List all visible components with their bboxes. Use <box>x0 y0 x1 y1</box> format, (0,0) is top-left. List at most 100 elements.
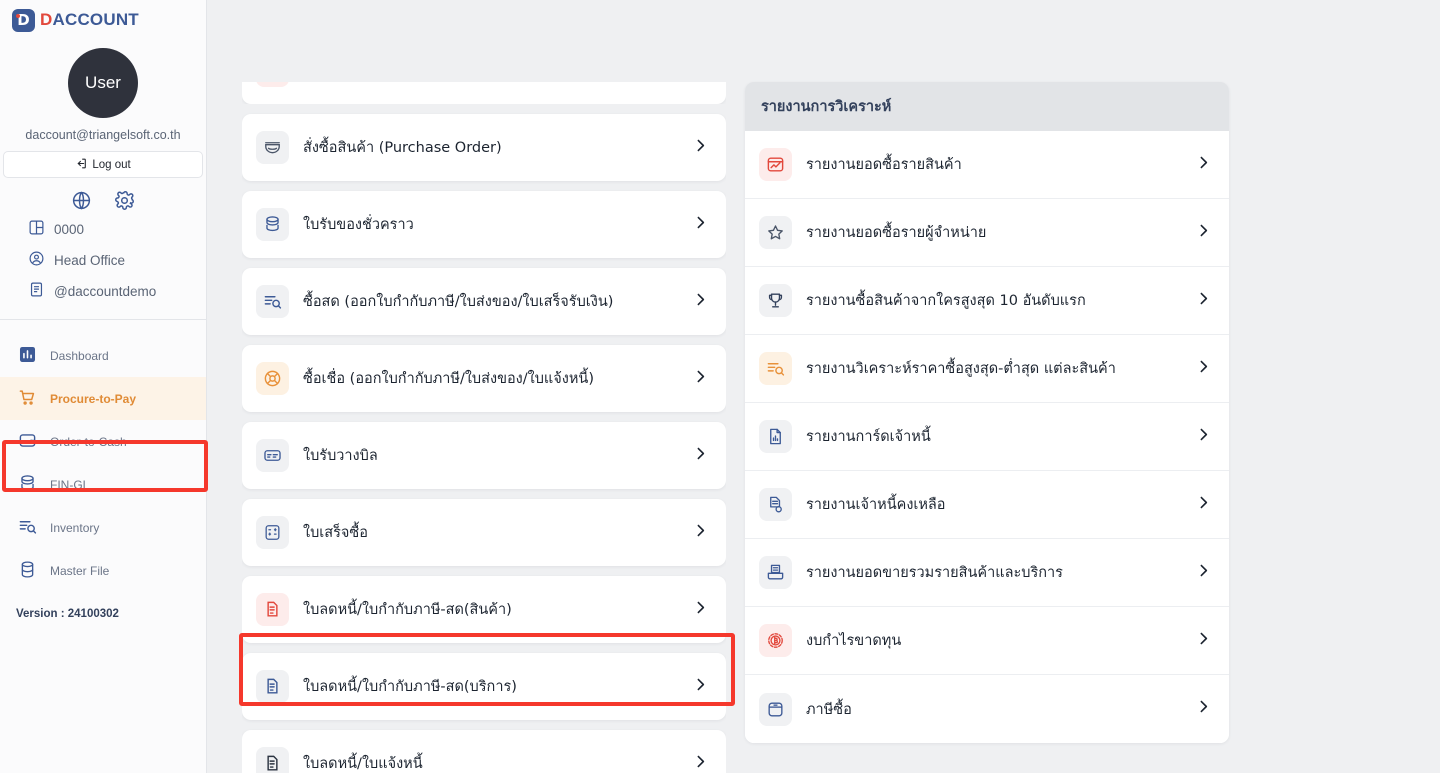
logout-button[interactable]: Log out <box>3 151 203 178</box>
doc-row-credit-purchase[interactable]: ซื้อเชื่อ (ออกใบกำกับภาษี/ใบส่งของ/ใบแจ้… <box>242 345 726 412</box>
baht-coin-icon <box>759 624 792 657</box>
analytics-column: รายงานการวิเคราะห์ รายงานยอดซื้อรายสินค้… <box>745 82 1229 773</box>
report-row-ap-card[interactable]: รายงานการ์ดเจ้าหนี้ <box>745 403 1229 471</box>
logout-icon <box>75 157 88 173</box>
document-minus-icon <box>256 593 289 626</box>
sidebar-item-procure-to-pay[interactable]: Procure-to-Pay <box>0 377 206 420</box>
meta-item-company-code[interactable]: 0000 <box>28 219 206 239</box>
analytics-list: รายงานยอดซื้อรายสินค้า รายงานยอดซื้อรายผ… <box>745 131 1229 743</box>
chevron-right-icon <box>1195 426 1212 448</box>
doc-row-temporary-receipt[interactable]: ใบรับของชั่วคราว <box>242 191 726 258</box>
sidebar-nav: Dashboard Procure-to-Pay Order-to-Cash F… <box>0 320 206 592</box>
inbox-doc-icon <box>759 556 792 589</box>
documents-scroll[interactable]: สั่งซื้อสินค้า (Purchase Order) ใบรับของ… <box>242 82 726 773</box>
doc-row-purchase-receipt[interactable]: ใบเสร็จซื้อ <box>242 499 726 566</box>
sidebar-item-inventory[interactable]: Inventory <box>0 506 206 549</box>
row-label: ใบเสร็จซื้อ <box>303 525 368 541</box>
report-row-price-analysis[interactable]: รายงานวิเคราะห์ราคาซื้อสูงสุด-ต่ำสุด แต่… <box>745 335 1229 403</box>
archive-box-icon <box>759 692 792 726</box>
sidebar-item-label: FIN-GL <box>50 477 90 492</box>
chevron-right-icon <box>1195 154 1212 176</box>
brand-logo[interactable]: D DACCOUNT <box>0 0 206 40</box>
report-chart-icon <box>759 148 792 181</box>
row-label: รายงานซื้อสินค้าจากใครสูงสุด 10 อันดับแร… <box>806 293 1086 309</box>
meta-item-account[interactable]: @daccountdemo <box>28 281 206 301</box>
analytics-panel-title: รายงานการวิเคราะห์ <box>745 82 1229 131</box>
layout-icon <box>28 219 45 239</box>
chevron-right-icon <box>1195 494 1212 516</box>
row-label: รายงานวิเคราะห์ราคาซื้อสูงสุด-ต่ำสุด แต่… <box>806 361 1116 377</box>
chevron-right-icon <box>692 753 709 773</box>
report-row-ap-outstanding[interactable]: รายงานเจ้าหนี้คงเหลือ <box>745 471 1229 539</box>
sidebar-meta-list: 0000 Head Office @daccountdemo <box>0 219 206 311</box>
chevron-right-icon <box>1195 630 1212 652</box>
report-row-profit-loss[interactable]: งบกำไรขาดทุน <box>745 607 1229 675</box>
stack-coins-icon <box>256 208 289 241</box>
sidebar-item-master-file[interactable]: Master File <box>0 549 206 592</box>
globe-icon[interactable] <box>71 190 92 211</box>
document-icon <box>28 281 45 301</box>
trophy-icon <box>759 284 792 317</box>
bill-icon <box>256 439 289 472</box>
meta-label: @daccountdemo <box>54 283 157 299</box>
brand-wordmark: DACCOUNT <box>40 10 139 29</box>
wallet-icon <box>18 431 37 453</box>
doc-row-credit-note-cash-service[interactable]: ใบลดหนี้/ใบกำกับภาษี-สด(บริการ) <box>242 653 726 720</box>
main-content: สั่งซื้อสินค้า (Purchase Order) ใบรับของ… <box>207 0 1440 773</box>
row-label: ใบลดหนี้/ใบกำกับภาษี-สด(บริการ) <box>303 679 517 695</box>
chevron-right-icon <box>692 445 709 467</box>
avatar[interactable]: User <box>68 48 138 118</box>
documents-list: สั่งซื้อสินค้า (Purchase Order) ใบรับของ… <box>242 82 726 773</box>
report-row-purchase-by-product[interactable]: รายงานยอดซื้อรายสินค้า <box>745 131 1229 199</box>
sidebar-item-label: Master File <box>50 563 110 578</box>
chart-bar-icon <box>18 345 37 367</box>
sidebar-item-dashboard[interactable]: Dashboard <box>0 334 206 377</box>
row-label: ซื้อเชื่อ (ออกใบกำกับภาษี/ใบส่งของ/ใบแจ้… <box>303 371 594 387</box>
document-minus-icon <box>256 670 289 703</box>
chevron-right-icon <box>692 522 709 544</box>
report-row-input-tax[interactable]: ภาษีซื้อ <box>745 675 1229 743</box>
meta-label: Head Office <box>54 252 126 268</box>
row-label: สั่งซื้อสินค้า (Purchase Order) <box>303 140 502 156</box>
row-label: รายงานการ์ดเจ้าหนี้ <box>806 429 931 445</box>
clipped-partial-row[interactable] <box>242 82 726 104</box>
doc-row-credit-note-cash-goods[interactable]: ใบลดหนี้/ใบกำกับภาษี-สด(สินค้า) <box>242 576 726 643</box>
list-search-icon <box>759 352 792 385</box>
row-label: รายงานยอดซื้อรายผู้จำหน่าย <box>806 225 987 241</box>
chevron-right-icon <box>1195 562 1212 584</box>
profile-block: User daccount@triangelsoft.co.th Log out <box>0 40 206 178</box>
report-row-total-sales[interactable]: รายงานยอดขายรวมรายสินค้าและบริการ <box>745 539 1229 607</box>
sidebar-item-fin-gl[interactable]: FIN-GL <box>0 463 206 506</box>
database-icon <box>18 560 37 582</box>
doc-row-credit-note-invoice[interactable]: ใบลดหนี้/ใบแจ้งหนี้ <box>242 730 726 773</box>
chevron-right-icon <box>692 214 709 236</box>
gear-icon[interactable] <box>114 190 135 211</box>
chevron-right-icon <box>692 599 709 621</box>
sidebar: D DACCOUNT User daccount@triangelsoft.co… <box>0 0 208 773</box>
chevron-right-icon <box>1195 222 1212 244</box>
doc-row-purchase-order[interactable]: สั่งซื้อสินค้า (Purchase Order) <box>242 114 726 181</box>
avatar-label: User <box>85 73 121 92</box>
sidebar-item-label: Procure-to-Pay <box>50 391 137 406</box>
logout-label: Log out <box>92 158 131 171</box>
chevron-right-icon <box>692 368 709 390</box>
chevron-right-icon <box>1195 358 1212 380</box>
chevron-right-icon <box>1195 698 1212 720</box>
sidebar-item-order-to-cash[interactable]: Order-to-Cash <box>0 420 206 463</box>
analytics-panel: รายงานการวิเคราะห์ รายงานยอดซื้อรายสินค้… <box>745 82 1229 743</box>
doc-row-billing-receipt[interactable]: ใบรับวางบิล <box>242 422 726 489</box>
credit-circle-icon <box>256 362 289 395</box>
daccount-logo-icon: D <box>12 8 35 32</box>
document-minus-icon <box>256 747 289 773</box>
meta-item-branch[interactable]: Head Office <box>28 250 206 270</box>
version-label: Version : 24100302 <box>16 608 119 620</box>
report-row-top-10-purchases[interactable]: รายงานซื้อสินค้าจากใครสูงสุด 10 อันดับแร… <box>745 267 1229 335</box>
row-label: ใบลดหนี้/ใบกำกับภาษี-สด(สินค้า) <box>303 602 512 618</box>
sidebar-item-label: Dashboard <box>50 348 109 363</box>
stack-coins-icon <box>18 474 37 496</box>
list-search-icon <box>256 285 289 318</box>
documents-column: สั่งซื้อสินค้า (Purchase Order) ใบรับของ… <box>239 82 735 773</box>
shopping-cart-icon <box>18 388 37 410</box>
doc-row-cash-purchase[interactable]: ซื้อสด (ออกใบกำกับภาษี/ใบส่งของ/ใบเสร็จร… <box>242 268 726 335</box>
report-row-purchase-by-vendor[interactable]: รายงานยอดซื้อรายผู้จำหน่าย <box>745 199 1229 267</box>
